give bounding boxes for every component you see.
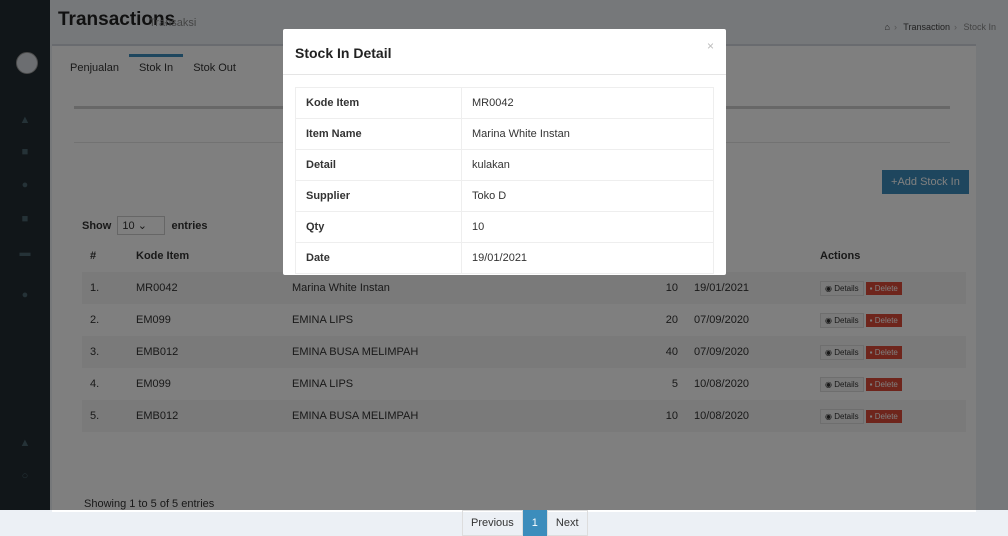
detail-row: Qty 10 [295, 211, 714, 243]
detail-value: 10 [461, 211, 714, 243]
detail-table: Kode Item MR0042 Item Name Marina White Ins… [295, 87, 714, 274]
page-1-button[interactable]: 1 [522, 510, 547, 536]
stock-in-detail-modal: Stock In Detail × Kode Item MR0042 Item Na… [283, 29, 726, 275]
pagination: Previous 1 Next [462, 510, 588, 536]
detail-row: Item Name Marina White Instan [295, 118, 714, 150]
detail-key: Detail [295, 149, 462, 181]
close-icon[interactable]: × [707, 39, 714, 53]
detail-key: Supplier [295, 180, 462, 212]
detail-row: Supplier Toko D [295, 180, 714, 212]
detail-value: kulakan [461, 149, 714, 181]
divider [283, 74, 726, 75]
detail-value: Marina White Instan [461, 118, 714, 150]
detail-row: Detail kulakan [295, 149, 714, 181]
detail-key: Kode Item [295, 87, 462, 119]
next-button[interactable]: Next [546, 510, 588, 536]
detail-key: Qty [295, 211, 462, 243]
detail-value: 19/01/2021 [461, 242, 714, 274]
modal-title: Stock In Detail [295, 45, 392, 61]
prev-button[interactable]: Previous [462, 510, 523, 536]
detail-key: Item Name [295, 118, 462, 150]
detail-row: Kode Item MR0042 [295, 87, 714, 119]
detail-value: Toko D [461, 180, 714, 212]
detail-value: MR0042 [461, 87, 714, 119]
detail-row: Date 19/01/2021 [295, 242, 714, 274]
detail-key: Date [295, 242, 462, 274]
